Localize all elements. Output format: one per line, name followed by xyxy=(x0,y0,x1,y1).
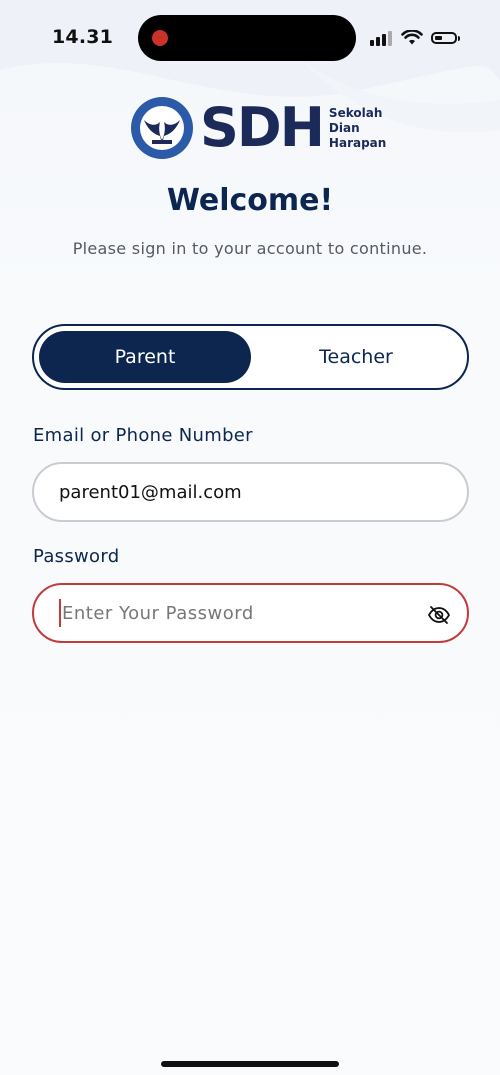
logo-school-name: Sekolah Dian Harapan xyxy=(329,106,386,151)
teacher-role-button[interactable]: Teacher xyxy=(250,331,462,383)
logo-abbreviation: SDH xyxy=(200,96,325,159)
password-label: Password xyxy=(33,546,120,567)
home-indicator[interactable] xyxy=(161,1061,339,1067)
password-placeholder: Enter Your Password xyxy=(62,602,254,624)
logo-name-line: Dian xyxy=(328,120,360,135)
status-icons xyxy=(370,27,460,49)
email-field[interactable]: parent01@mail.com xyxy=(32,462,469,522)
parent-role-button[interactable]: Parent xyxy=(39,331,251,383)
cellular-signal-icon xyxy=(370,30,392,46)
login-screen: 14.31 SDH Sekolah Dian Harapan Welcome! … xyxy=(0,0,500,1075)
recording-indicator-icon xyxy=(152,30,168,46)
logo-name-line: Sekolah xyxy=(328,105,383,120)
password-field[interactable]: Enter Your Password xyxy=(32,583,469,643)
battery-icon xyxy=(431,32,460,44)
email-value: parent01@mail.com xyxy=(59,481,242,503)
school-logo: SDH Sekolah Dian Harapan xyxy=(130,96,386,160)
text-cursor xyxy=(59,599,61,627)
dynamic-island xyxy=(138,15,356,61)
status-time: 14.31 xyxy=(52,26,114,48)
eye-slash-icon[interactable] xyxy=(427,603,451,627)
email-label: Email or Phone Number xyxy=(33,425,253,446)
eagle-emblem-icon xyxy=(131,97,193,159)
logo-name-line: Harapan xyxy=(328,135,387,150)
welcome-subtitle: Please sign in to your account to contin… xyxy=(72,239,428,258)
role-toggle: Parent Teacher xyxy=(32,324,469,390)
wifi-icon xyxy=(401,30,423,45)
welcome-title: Welcome! xyxy=(166,183,334,218)
